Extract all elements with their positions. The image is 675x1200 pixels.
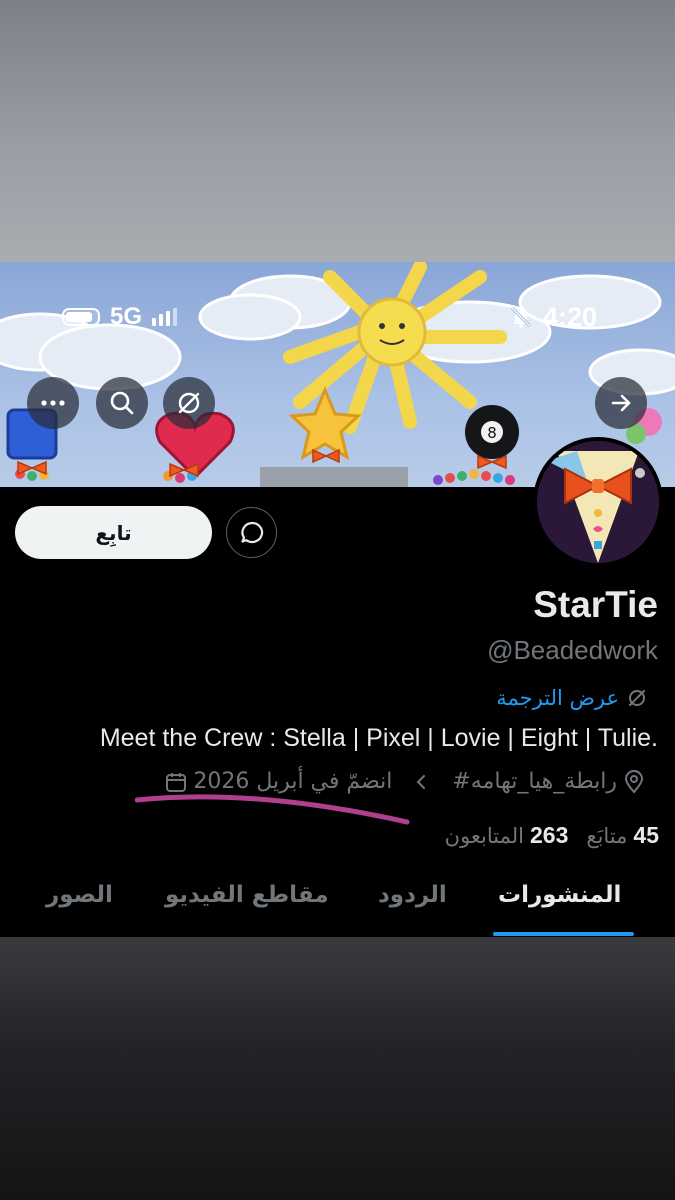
clock: 4:20 [542,301,597,332]
tab-videos[interactable]: مقاطع الفيديو [165,882,329,908]
translate-label: عرض الترجمة [496,686,619,710]
signal-icon [152,308,178,326]
followers-label: المتابعون [444,824,525,848]
network-type: 5G [110,303,143,330]
status-bar-right: 4:20 [509,302,597,332]
bell-muted-icon [510,306,532,328]
follow-stats: 45 متابَع 263 المتابعون [445,822,659,849]
tab-photos[interactable]: الصور [46,882,113,908]
location-pin-icon [624,769,644,794]
profile-screen: 8 5G 4:20 تابِع StarTie @Beadedwork عرض … [0,262,675,937]
battery-icon [62,308,100,326]
chevron-left-icon[interactable] [412,772,432,792]
search-button[interactable] [96,377,148,429]
following-stat[interactable]: 45 متابَع [586,822,659,849]
profile-bio: Meet the Crew : Stella | Pixel | Lovie |… [99,724,658,752]
more-button[interactable] [27,377,79,429]
message-button[interactable] [226,507,277,558]
grok-icon [629,690,645,706]
followers-count: 263 [530,822,569,848]
search-icon [110,391,134,415]
grok-button[interactable] [163,377,215,429]
status-bar-left: 5G [62,302,178,332]
svg-text:8: 8 [487,424,497,442]
follow-button[interactable]: تابِع [15,506,212,559]
location-text: #رابطة_هيا_تهامه [452,769,617,794]
grok-icon [178,392,200,414]
tab-posts[interactable]: المنشورات [498,882,621,908]
user-handle: @Beadedwork [487,635,658,665]
forward-arrow-icon [611,394,631,412]
profile-tabs: المنشورات الردود مقاطع الفيديو الصور [0,874,675,937]
active-tab-indicator [493,932,634,936]
avatar-image [537,441,659,563]
display-name: StarTie [533,584,658,625]
location[interactable]: #رابطة_هيا_تهامه [452,769,645,794]
more-icon [41,400,65,406]
screenshot-bottom-backdrop [0,937,675,1200]
followers-stat[interactable]: 263 المتابعون [445,822,569,849]
screenshot-top-backdrop [0,0,675,262]
following-label: متابَع [586,824,628,848]
tab-replies[interactable]: الردود [378,882,447,908]
profile-avatar[interactable] [533,437,663,567]
message-bubble-icon [240,521,263,543]
following-count: 45 [633,822,659,848]
highlight-underline [135,794,410,825]
forward-button[interactable] [595,377,647,429]
translate-link[interactable]: عرض الترجمة [496,686,647,710]
